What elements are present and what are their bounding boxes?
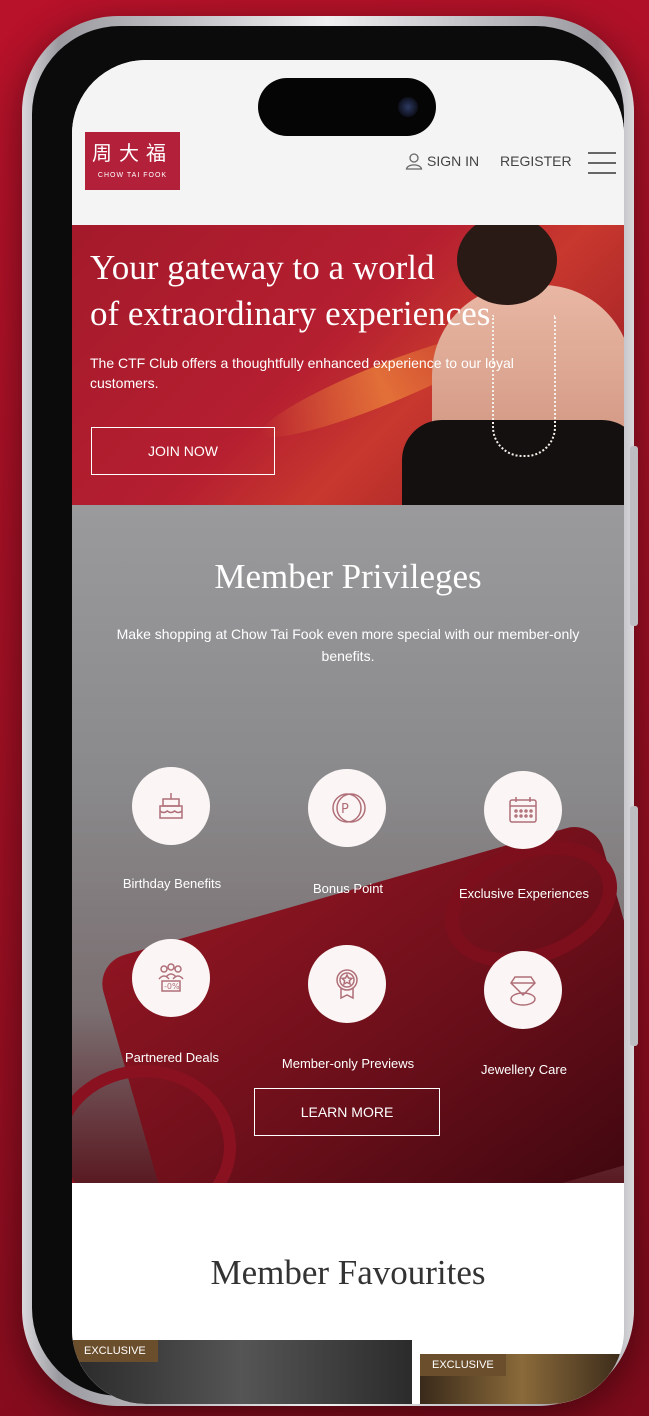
register-link[interactable]: REGISTER [500, 153, 572, 169]
logo-chinese: 周大福 [92, 141, 173, 165]
phone-screen: 周大福 CHOW TAI FOOK SIGN IN REGISTER Your … [72, 60, 624, 1404]
logo-english: CHOW TAI FOOK [97, 172, 168, 179]
privilege-label: Jewellery Care [481, 1062, 567, 1077]
hero-subtitle: The CTF Club offers a thoughtfully enhan… [90, 355, 514, 391]
partner-discount-icon[interactable]: -0% [132, 939, 210, 1017]
sign-in-link[interactable]: SIGN IN [427, 153, 479, 169]
diamond-ring-icon[interactable] [484, 951, 562, 1029]
calendar-icon[interactable] [484, 771, 562, 849]
user-icon[interactable] [405, 152, 423, 170]
privilege-label: Birthday Benefits [122, 876, 222, 891]
side-button [630, 446, 638, 626]
points-coin-icon[interactable]: P [308, 769, 386, 847]
section-title: Member Privileges [214, 557, 482, 596]
member-privileges-section: Member Privileges Make shopping at Chow … [72, 505, 624, 1183]
join-now-button[interactable]: JOIN NOW [91, 427, 275, 475]
star-badge-icon[interactable] [308, 945, 386, 1023]
svg-text:P: P [341, 802, 349, 817]
exclusive-badge: EXCLUSIVE [72, 1340, 158, 1362]
privilege-label: Member-only Previews [281, 1056, 415, 1071]
birthday-cake-icon[interactable] [132, 767, 210, 845]
svg-text:-0%: -0% [164, 982, 180, 991]
member-favourites-section: Member Favourites EXCLUSIVE EXCLUSIVE [72, 1183, 624, 1404]
learn-more-button[interactable]: LEARN MORE [254, 1088, 440, 1136]
hero-banner: Your gateway to a world of extraordinary… [72, 225, 624, 505]
favourite-card[interactable]: EXCLUSIVE [72, 1340, 412, 1404]
section-subtitle: Make shopping at Chow Tai Fook even more… [116, 626, 580, 664]
camera-icon [398, 97, 418, 117]
section-title: Member Favourites [210, 1253, 486, 1292]
brand-logo[interactable]: 周大福 CHOW TAI FOOK [85, 132, 180, 190]
phone-frame: 周大福 CHOW TAI FOOK SIGN IN REGISTER Your … [22, 16, 638, 1406]
hero-title: Your gateway to a world of extraordinary… [90, 248, 491, 333]
menu-icon[interactable] [588, 152, 616, 174]
favourite-card[interactable]: EXCLUSIVE [420, 1354, 624, 1404]
side-button [630, 806, 638, 1046]
privilege-label: Partnered Deals [125, 1050, 219, 1065]
exclusive-badge: EXCLUSIVE [420, 1354, 506, 1376]
privilege-label: Bonus Point [312, 881, 384, 896]
privilege-label: Exclusive Experiences [458, 886, 590, 901]
dynamic-island [258, 78, 436, 136]
